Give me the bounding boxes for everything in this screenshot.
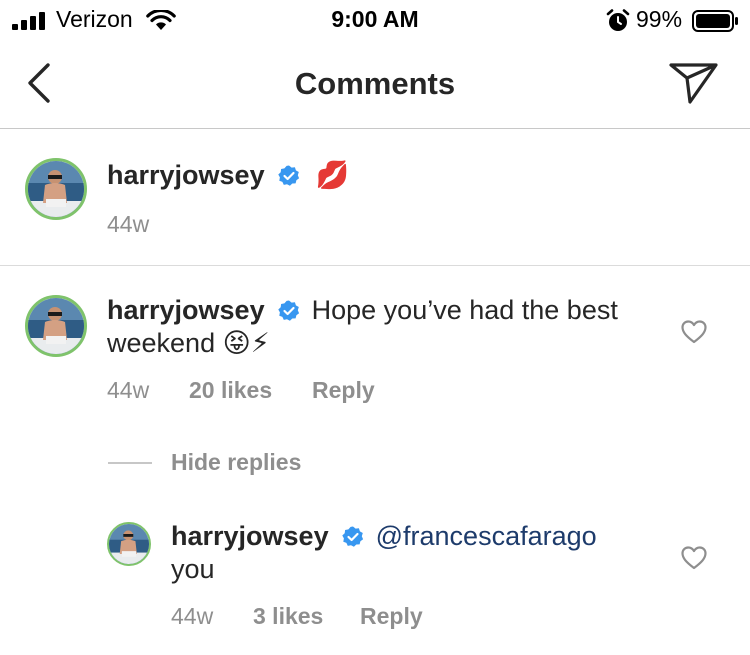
reply-button[interactable]: Reply (312, 377, 375, 404)
reply-button[interactable]: Reply (360, 603, 423, 630)
username[interactable]: harryjowsey (107, 160, 265, 190)
comment-row: harryjowsey Hope you’ve had the best wee… (0, 266, 750, 466)
username[interactable]: harryjowsey (171, 521, 329, 551)
timestamp: 44w (107, 211, 150, 237)
reply-row: harryjowsey @francescafarago you 44w 3 l… (0, 500, 750, 650)
heart-icon[interactable] (681, 546, 707, 570)
comment-text-continued: weekend 😝⚡ (107, 328, 270, 358)
mention-link[interactable]: @francescafarago (376, 521, 597, 551)
avatar[interactable] (107, 522, 151, 566)
caption-text: 💋 (315, 160, 350, 190)
avatar[interactable] (25, 158, 87, 220)
like-count[interactable]: 20 likes (189, 377, 272, 404)
verified-badge-icon (342, 526, 364, 547)
like-count[interactable]: 3 likes (253, 603, 323, 630)
avatar[interactable] (25, 295, 87, 357)
comment-text: you (171, 554, 215, 584)
verified-badge-icon (278, 300, 300, 321)
page-title: Comments (294, 66, 456, 101)
alarm-icon (606, 9, 630, 31)
username[interactable]: harryjowsey (107, 295, 265, 325)
nav-bar: Comments (0, 42, 750, 129)
battery-percent: 99% (636, 6, 683, 32)
heart-icon[interactable] (681, 320, 707, 344)
send-icon[interactable] (668, 60, 720, 106)
status-bar: Verizon 9:00 AM 99% (0, 0, 750, 42)
caption-row: harryjowsey 💋 44w (0, 129, 750, 265)
timestamp: 44w (171, 603, 214, 629)
replies-line (108, 462, 152, 464)
battery-icon (692, 10, 738, 32)
hide-replies-button[interactable]: Hide replies (171, 449, 301, 476)
timestamp: 44w (107, 377, 150, 403)
verified-badge-icon (278, 165, 300, 186)
comment-text: Hope you’ve had the best (311, 295, 618, 325)
